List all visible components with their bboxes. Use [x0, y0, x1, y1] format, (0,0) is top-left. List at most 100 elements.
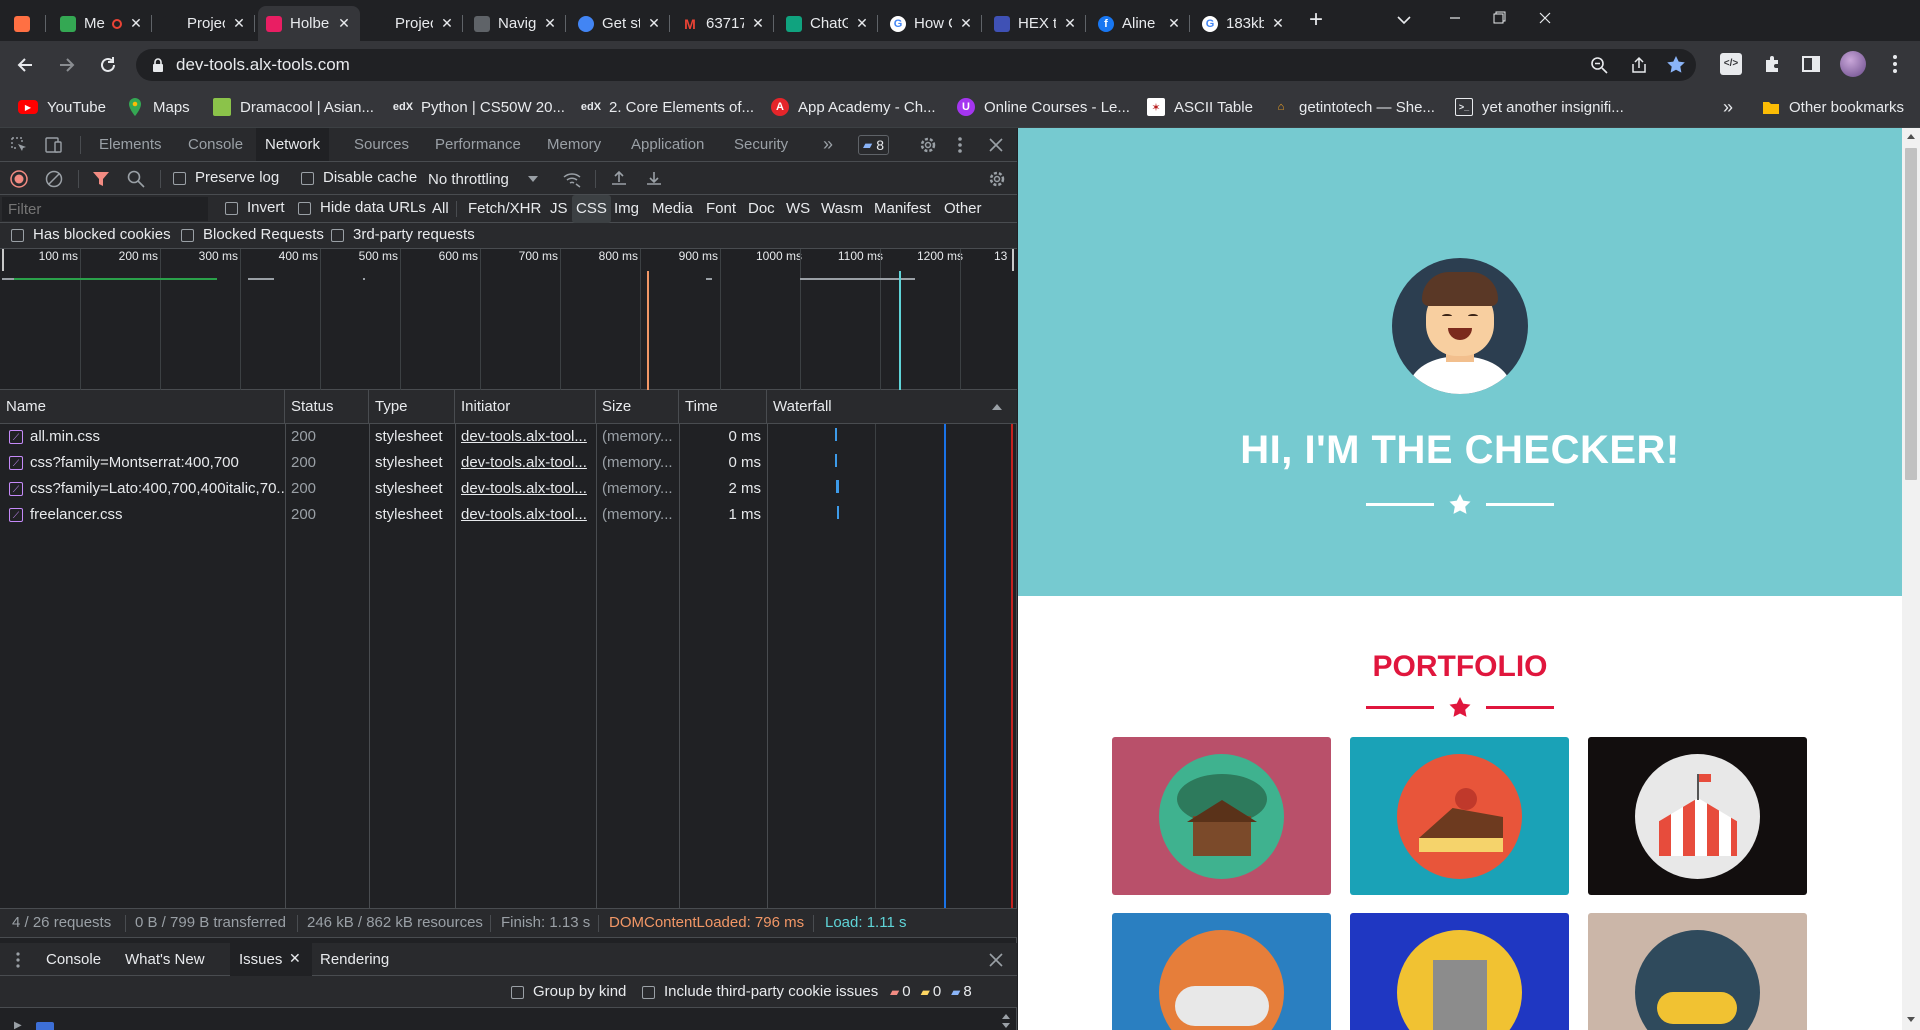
has-blocked-cookies-checkbox[interactable] [11, 229, 24, 242]
bookmark-core-elements[interactable]: edX 2. Core Elements of... [581, 89, 754, 125]
request-initiator-link[interactable]: dev-tools.alx-tool... [455, 502, 595, 528]
close-issues-tab-icon[interactable]: ✕ [289, 950, 301, 967]
close-window-button[interactable] [1530, 4, 1560, 32]
bookmark-yet-another[interactable]: >_ yet another insignifi... [1455, 89, 1624, 125]
drawer-tab-console[interactable]: Console [37, 943, 110, 976]
group-by-kind-checkbox[interactable] [511, 986, 524, 999]
close-tab-icon[interactable]: ✕ [439, 15, 455, 32]
filter-type-ws[interactable]: WS [784, 195, 812, 223]
network-conditions-icon[interactable] [562, 170, 582, 188]
column-waterfall[interactable]: Waterfall [767, 390, 1017, 424]
third-party-checkbox[interactable] [331, 229, 344, 242]
portfolio-item-cake[interactable] [1350, 737, 1569, 895]
drawer-menu-icon[interactable] [14, 951, 22, 969]
bookmark-star-icon[interactable] [1666, 55, 1686, 75]
filter-input[interactable] [2, 197, 208, 221]
column-type[interactable]: Type [369, 390, 455, 424]
bookmark-udemy[interactable]: U Online Courses - Le... [957, 89, 1130, 125]
filter-type-all[interactable]: All [430, 195, 451, 223]
kebab-menu-icon[interactable] [1884, 53, 1906, 75]
close-drawer-icon[interactable] [988, 952, 1004, 968]
puzzle-extensions-icon[interactable] [1762, 53, 1784, 75]
close-tab-icon[interactable]: ✕ [336, 15, 352, 32]
blocked-requests-checkbox[interactable] [181, 229, 194, 242]
issue-counts[interactable]: ▰ 0 ▰ 0 ▰ 8 [890, 983, 972, 1000]
include-third-party-checkbox[interactable] [642, 986, 655, 999]
settings-gear-icon[interactable] [918, 135, 938, 155]
column-status[interactable]: Status [285, 390, 369, 424]
close-tab-icon[interactable]: ✕ [1166, 15, 1182, 32]
request-name[interactable]: css?family=Montserrat:400,700 [24, 450, 284, 476]
table-row[interactable]: ⟋ freelancer.css 200 stylesheet dev-tool… [0, 502, 1017, 528]
issues-counter[interactable]: ▰ 8 [858, 135, 890, 155]
export-har-icon[interactable] [645, 169, 663, 187]
filter-type-media[interactable]: Media [650, 195, 695, 223]
bookmark-app-academy[interactable]: A App Academy - Ch... [771, 89, 936, 125]
restore-button[interactable] [1484, 4, 1514, 32]
tab-security[interactable]: Security [725, 128, 797, 161]
scrollbar-thumb[interactable] [1905, 148, 1917, 480]
browser-tab-11[interactable]: f Aline n ✕ [1090, 6, 1190, 41]
sort-up-icon[interactable] [991, 403, 1003, 411]
hide-data-urls-checkbox[interactable] [298, 202, 311, 215]
device-toolbar-icon[interactable] [44, 136, 64, 154]
tab-sources[interactable]: Sources [345, 128, 418, 161]
column-initiator[interactable]: Initiator [455, 390, 596, 424]
overview-right-handle[interactable] [1012, 249, 1014, 271]
bookmark-dramacool[interactable]: Dramacool | Asian... [213, 89, 374, 125]
drawer-tab-whats-new[interactable]: What's New [116, 943, 214, 976]
tab-search-button[interactable] [1392, 8, 1416, 32]
filter-type-img[interactable]: Img [612, 195, 641, 223]
portfolio-item-game[interactable] [1112, 913, 1331, 1030]
filter-type-fetch-xhr[interactable]: Fetch/XHR [466, 195, 543, 223]
close-tab-icon[interactable]: ✕ [958, 15, 974, 32]
search-icon[interactable] [127, 170, 145, 188]
bookmark-getintotech[interactable]: ⌂ getintotech — She... [1272, 89, 1435, 125]
close-tab-icon[interactable]: ✕ [1062, 15, 1078, 32]
address-bar[interactable]: dev-tools.alx-tools.com [136, 49, 1696, 81]
filter-funnel-icon[interactable] [92, 170, 110, 188]
column-time[interactable]: Time [679, 390, 767, 424]
url-text[interactable]: dev-tools.alx-tools.com [176, 55, 350, 75]
portfolio-item-submarine[interactable] [1588, 913, 1807, 1030]
profile-avatar[interactable] [1840, 51, 1866, 77]
table-row[interactable]: ⟋ all.min.css 200 stylesheet dev-tools.a… [0, 424, 1017, 450]
filter-type-js[interactable]: JS [548, 195, 570, 223]
filter-type-manifest[interactable]: Manifest [872, 195, 933, 223]
request-initiator-link[interactable]: dev-tools.alx-tool... [455, 424, 595, 450]
close-tab-icon[interactable]: ✕ [646, 15, 662, 32]
browser-tab-10[interactable]: HEX to ✕ [986, 6, 1086, 41]
tab-performance[interactable]: Performance [426, 128, 530, 161]
preserve-log-checkbox[interactable] [173, 172, 186, 185]
scroll-arrows-icon[interactable] [1000, 1012, 1012, 1030]
zoom-icon[interactable] [1590, 56, 1608, 74]
portfolio-item-cabin[interactable] [1112, 737, 1331, 895]
column-size[interactable]: Size [596, 390, 679, 424]
filter-type-css[interactable]: CSS [572, 195, 611, 223]
invert-checkbox[interactable] [225, 202, 238, 215]
share-icon[interactable] [1630, 56, 1648, 74]
reload-button[interactable] [94, 51, 122, 79]
table-row[interactable]: ⟋ css?family=Lato:400,700,400italic,70..… [0, 476, 1017, 502]
tab-console[interactable]: Console [179, 128, 252, 161]
close-tab-icon[interactable]: ✕ [231, 15, 247, 32]
overview-left-handle[interactable] [2, 249, 4, 271]
request-initiator-link[interactable]: dev-tools.alx-tool... [455, 476, 595, 502]
record-stop-icon[interactable] [10, 170, 28, 188]
other-bookmarks-folder[interactable]: Other bookmarks [1762, 89, 1904, 125]
page-scrollbar[interactable] [1902, 128, 1920, 1030]
browser-tab-4[interactable]: Project ✕ [363, 6, 463, 41]
clear-icon[interactable] [45, 170, 63, 188]
browser-tab-8[interactable]: ChatGI ✕ [778, 6, 878, 41]
column-name[interactable]: Name [0, 390, 285, 424]
browser-tab-3-active[interactable]: Holber ✕ [258, 6, 360, 41]
minimize-button[interactable] [1440, 4, 1470, 32]
bookmark-cs50w[interactable]: edX Python | CS50W 20... [393, 89, 565, 125]
close-devtools-icon[interactable] [988, 137, 1004, 153]
close-tab-icon[interactable]: ✕ [542, 15, 558, 32]
new-tab-button[interactable]: + [1302, 6, 1330, 34]
request-name[interactable]: all.min.css [24, 424, 284, 450]
throttling-select[interactable]: No throttling [428, 167, 539, 191]
filter-type-doc[interactable]: Doc [746, 195, 777, 223]
tab-network[interactable]: Network [256, 128, 330, 161]
